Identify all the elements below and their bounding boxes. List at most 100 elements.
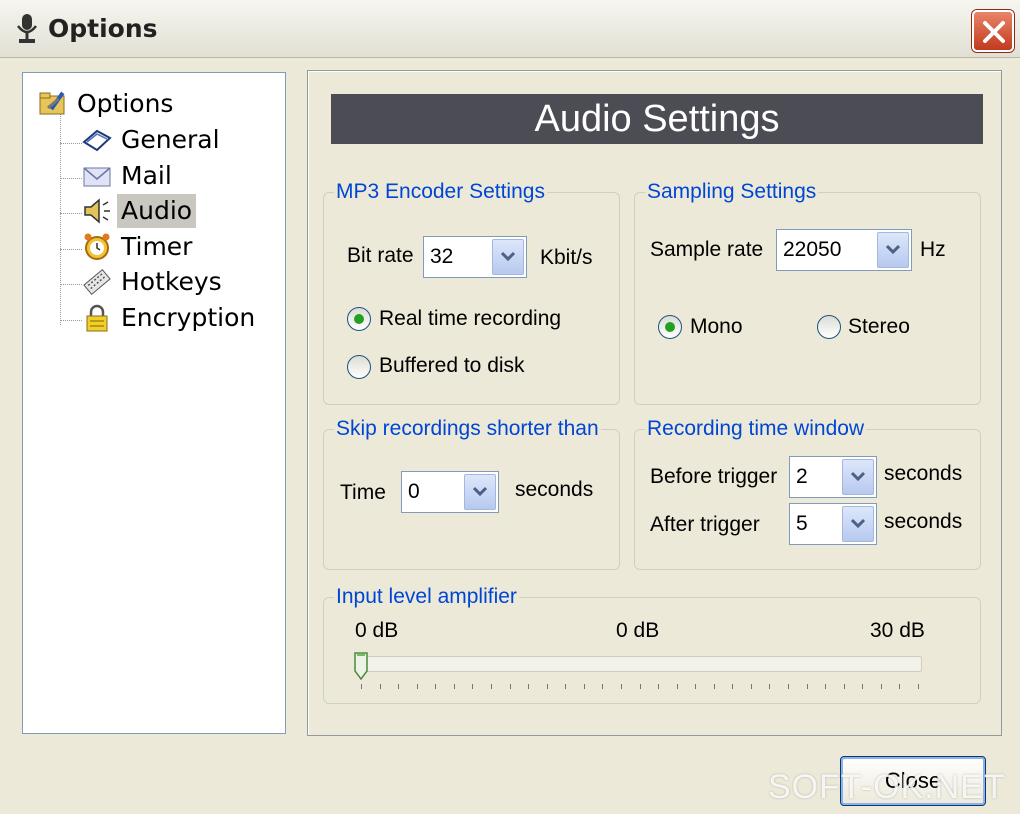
slider-tick bbox=[918, 684, 919, 689]
slider-tick bbox=[490, 684, 492, 689]
page-title: Audio Settings bbox=[331, 94, 983, 144]
slider-tick bbox=[416, 684, 418, 689]
amplifier-slider-thumb[interactable] bbox=[354, 652, 368, 680]
tree-item-label: Audio bbox=[117, 194, 197, 228]
realtime-radio[interactable] bbox=[347, 307, 371, 331]
tree-item-timer[interactable]: Timer bbox=[81, 230, 196, 264]
time-value: 0 bbox=[408, 480, 420, 503]
amplifier-max-label: 30 dB bbox=[870, 619, 925, 642]
group-legend: Sampling Settings bbox=[647, 180, 817, 203]
dropdown-button[interactable] bbox=[464, 474, 496, 510]
amplifier-current-label: 0 dB bbox=[616, 619, 660, 642]
chevron-down-icon bbox=[886, 244, 900, 254]
slider-tick bbox=[379, 684, 381, 689]
microphone-icon bbox=[17, 14, 37, 43]
time-label: Time bbox=[340, 481, 386, 504]
before-trigger-value: 2 bbox=[796, 465, 808, 488]
stereo-label: Stereo bbox=[848, 315, 910, 338]
tree-connector bbox=[60, 178, 82, 179]
slider-tick bbox=[769, 684, 771, 689]
close-icon bbox=[983, 21, 1005, 43]
slider-tick bbox=[806, 684, 808, 689]
before-trigger-select[interactable]: 2 bbox=[789, 456, 877, 498]
buffered-radio[interactable] bbox=[347, 355, 371, 379]
dropdown-button[interactable] bbox=[877, 232, 909, 268]
slider-tick bbox=[788, 684, 790, 689]
slider-tick bbox=[398, 684, 400, 689]
slider-tick bbox=[713, 684, 715, 689]
bitrate-unit: Kbit/s bbox=[540, 246, 593, 269]
tree-item-label: Encryption bbox=[121, 303, 256, 332]
tree-item-encryption[interactable]: Encryption bbox=[81, 301, 259, 335]
before-trigger-label: Before trigger bbox=[650, 465, 778, 488]
chevron-down-icon bbox=[851, 518, 865, 528]
envelope-icon bbox=[83, 167, 111, 187]
bitrate-select[interactable]: 32 bbox=[423, 236, 527, 278]
watermark: SOFT-OK.NET bbox=[768, 768, 1006, 806]
slider-tick bbox=[732, 684, 734, 689]
tree-item-mail[interactable]: Mail bbox=[81, 159, 176, 193]
amplifier-min-label: 0 dB bbox=[355, 619, 399, 642]
tree-item-audio[interactable]: Audio bbox=[81, 194, 197, 228]
slider-tick bbox=[750, 684, 752, 689]
dropdown-button[interactable] bbox=[492, 239, 524, 275]
chevron-down-icon bbox=[501, 251, 515, 261]
tree-item-general[interactable]: General bbox=[81, 123, 224, 157]
slider-tick bbox=[565, 684, 567, 689]
before-trigger-unit: seconds bbox=[884, 462, 963, 485]
tree-connector bbox=[60, 320, 82, 321]
sample-rate-label: Sample rate bbox=[650, 238, 764, 261]
after-trigger-unit: seconds bbox=[884, 510, 963, 533]
speaker-icon bbox=[84, 198, 110, 224]
group-legend: Recording time window bbox=[647, 417, 865, 440]
slider-tick bbox=[880, 684, 882, 689]
dropdown-button[interactable] bbox=[842, 459, 874, 495]
book-icon bbox=[82, 129, 112, 152]
dropdown-button[interactable] bbox=[842, 506, 874, 542]
time-unit: seconds bbox=[515, 478, 594, 501]
realtime-label: Real time recording bbox=[379, 307, 562, 330]
slider-tick bbox=[509, 684, 511, 689]
amplifier-group: Input level amplifier bbox=[323, 585, 981, 704]
slider-tick bbox=[639, 684, 641, 689]
slider-tick bbox=[843, 684, 845, 689]
slider-tick bbox=[453, 684, 455, 689]
lock-icon bbox=[86, 304, 108, 332]
window-close-button[interactable] bbox=[972, 10, 1014, 52]
bitrate-label: Bit rate bbox=[347, 244, 414, 267]
sample-rate-unit: Hz bbox=[920, 238, 946, 261]
slider-tick bbox=[899, 684, 901, 689]
keyboard-icon bbox=[83, 268, 111, 296]
chevron-down-icon bbox=[473, 486, 487, 496]
tree-item-options[interactable]: Options bbox=[37, 87, 177, 121]
tree-connector bbox=[60, 143, 82, 144]
slider-tick bbox=[620, 684, 622, 689]
buffered-label: Buffered to disk bbox=[379, 354, 525, 377]
slider-tick bbox=[658, 684, 660, 689]
title-bar: Options bbox=[0, 0, 1020, 58]
stereo-radio[interactable] bbox=[817, 315, 841, 339]
after-trigger-select[interactable]: 5 bbox=[789, 503, 877, 545]
slider-tick bbox=[862, 684, 864, 689]
tree-item-label: Mail bbox=[121, 161, 172, 190]
slider-tick bbox=[583, 684, 585, 689]
tree-connector bbox=[60, 213, 82, 214]
group-legend: Input level amplifier bbox=[336, 585, 517, 608]
sampling-group: Sampling Settings bbox=[634, 180, 981, 405]
tree-item-hotkeys[interactable]: Hotkeys bbox=[81, 265, 226, 299]
tree-connector bbox=[60, 249, 82, 250]
mono-radio[interactable] bbox=[658, 315, 682, 339]
mono-label: Mono bbox=[690, 315, 743, 338]
tree-item-label: Timer bbox=[121, 232, 193, 261]
slider-tick bbox=[435, 684, 437, 689]
options-tree: Options General Mail Audio Timer Hotkeys… bbox=[22, 72, 286, 734]
sample-rate-value: 22050 bbox=[783, 238, 842, 261]
window-title: Options bbox=[48, 14, 158, 43]
sample-rate-select[interactable]: 22050 bbox=[776, 229, 912, 271]
alarm-clock-icon bbox=[84, 233, 110, 260]
group-legend: MP3 Encoder Settings bbox=[336, 180, 545, 203]
tree-item-label: Hotkeys bbox=[121, 267, 222, 296]
amplifier-slider-track[interactable] bbox=[356, 656, 922, 672]
time-select[interactable]: 0 bbox=[401, 471, 499, 513]
group-legend: Skip recordings shorter than bbox=[336, 417, 599, 440]
